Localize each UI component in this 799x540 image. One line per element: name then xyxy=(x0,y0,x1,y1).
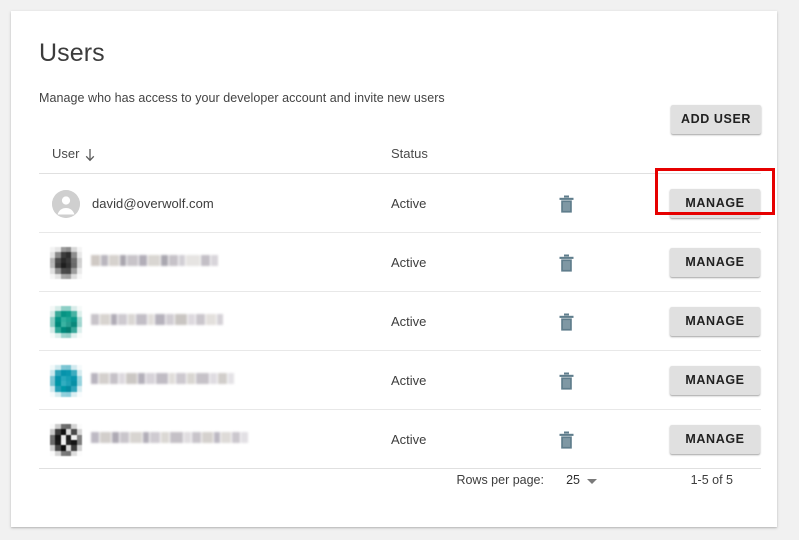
avatar xyxy=(50,424,82,456)
avatar xyxy=(52,190,80,218)
manage-button[interactable]: MANAGE xyxy=(670,248,760,277)
trash-icon[interactable] xyxy=(554,251,578,275)
arrow-down-icon xyxy=(84,148,96,162)
manage-button[interactable]: MANAGE xyxy=(670,425,760,454)
chevron-down-icon xyxy=(587,478,597,484)
status-text: Active xyxy=(391,255,427,270)
avatar xyxy=(50,247,82,279)
page-title: Users xyxy=(39,39,105,67)
user-email-redacted xyxy=(91,312,224,327)
add-user-button[interactable]: ADD USER xyxy=(671,105,761,134)
table-row: david@overwolf.com Active MANAGE xyxy=(39,174,761,233)
avatar xyxy=(50,365,82,397)
paginator: Rows per page: 25 1-5 of 5 xyxy=(39,459,761,503)
users-table: User Status david@overwolf.com Active MA… xyxy=(39,135,761,469)
status-text: Active xyxy=(391,196,427,211)
avatar xyxy=(50,306,82,338)
user-email-redacted xyxy=(91,253,219,268)
pagination-range-label: 1-5 of 5 xyxy=(690,473,733,487)
table-row: Active MANAGE xyxy=(39,292,761,351)
rows-per-page-value: 25 xyxy=(566,473,580,487)
manage-button[interactable]: MANAGE xyxy=(670,307,760,336)
table-row: Active MANAGE xyxy=(39,233,761,292)
trash-icon[interactable] xyxy=(554,310,578,334)
manage-button[interactable]: MANAGE xyxy=(670,366,760,395)
column-header-user-label: User xyxy=(52,146,80,161)
user-email: david@overwolf.com xyxy=(92,196,214,211)
status-text: Active xyxy=(391,432,427,447)
user-email-redacted xyxy=(91,371,235,386)
status-text: Active xyxy=(391,314,427,329)
manage-button[interactable]: MANAGE xyxy=(670,189,760,218)
trash-icon[interactable] xyxy=(554,428,578,452)
rows-per-page-select[interactable]: 25 xyxy=(566,473,597,487)
trash-icon[interactable] xyxy=(554,192,578,216)
table-row: Active MANAGE xyxy=(39,351,761,410)
rows-per-page-label: Rows per page: xyxy=(456,473,544,487)
column-header-user[interactable]: User xyxy=(52,146,96,161)
page-subtitle: Manage who has access to your developer … xyxy=(39,91,445,105)
users-card: Users Manage who has access to your deve… xyxy=(11,11,777,527)
status-text: Active xyxy=(391,373,427,388)
column-header-status[interactable]: Status xyxy=(391,146,428,161)
trash-icon[interactable] xyxy=(554,369,578,393)
user-email-redacted xyxy=(91,430,249,445)
table-header-row: User Status xyxy=(39,135,761,174)
